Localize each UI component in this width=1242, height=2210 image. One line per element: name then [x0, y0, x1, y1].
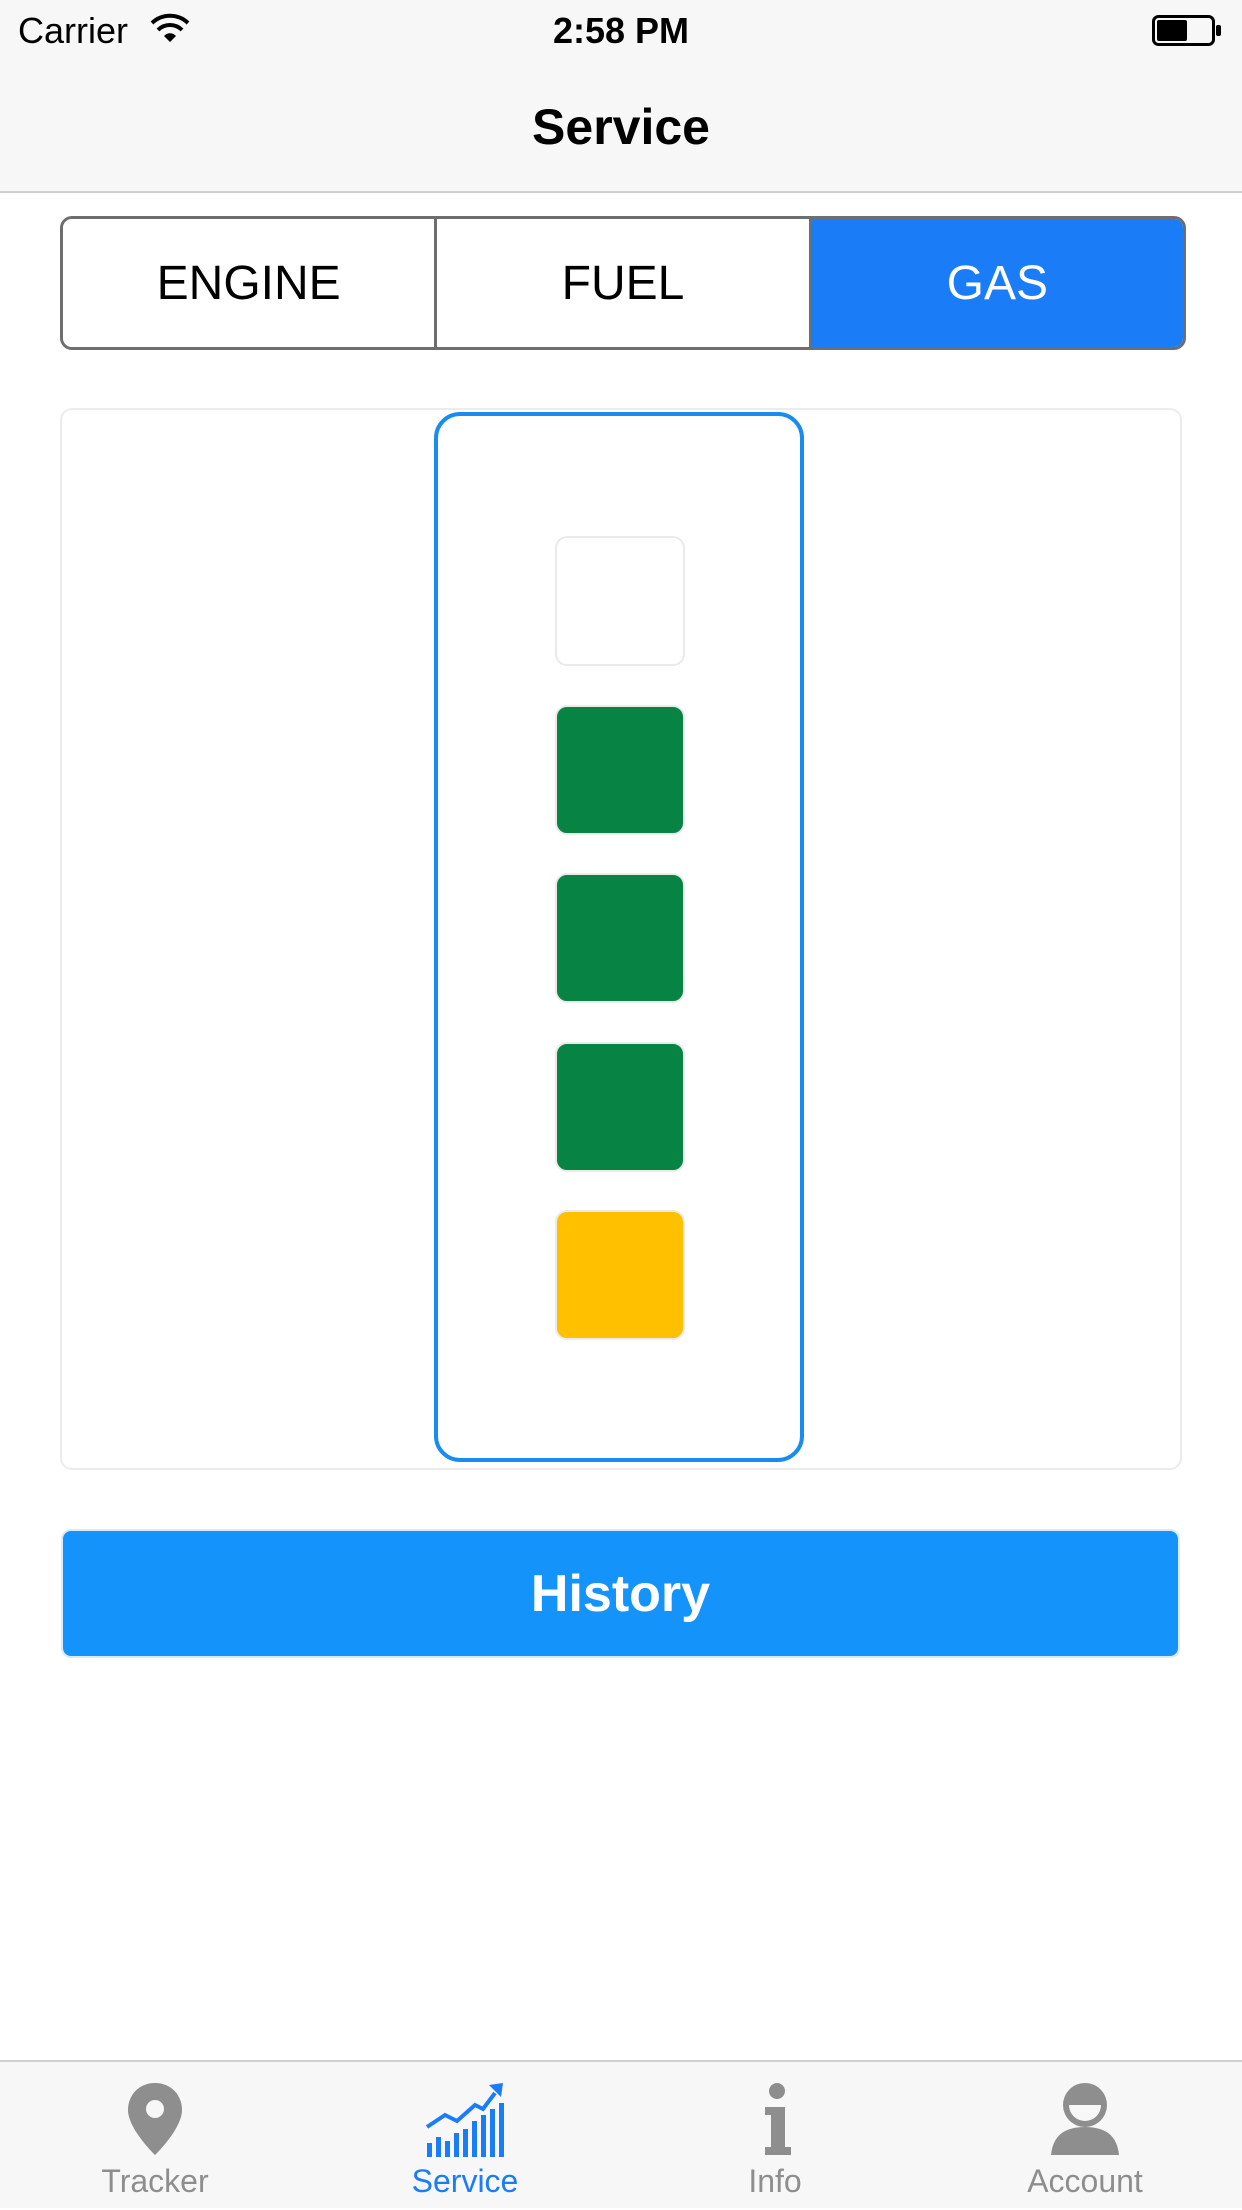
- bar-chart-trend-icon: [425, 2083, 504, 2157]
- tab-bar: Tracker Service Info Account: [0, 2060, 1242, 2208]
- tab-info-label: Info: [748, 2163, 802, 2199]
- tab-info[interactable]: Info: [620, 2062, 930, 2210]
- segmented-control: ENGINE FUEL GAS: [60, 216, 1186, 350]
- tab-service-label: Service: [411, 2163, 519, 2199]
- gauge-level-4: [555, 1042, 685, 1172]
- battery-icon: [1152, 15, 1221, 46]
- status-bar: Carrier 2:58 PM: [0, 0, 1242, 62]
- segment-gas[interactable]: GAS: [808, 219, 1183, 347]
- info-icon: [765, 2083, 791, 2155]
- user-icon: [1051, 2083, 1119, 2155]
- location-pin-icon: [128, 2083, 182, 2155]
- gauge-level-1: [555, 536, 685, 666]
- segment-engine[interactable]: ENGINE: [63, 219, 435, 347]
- gauge-level-3: [555, 873, 685, 1003]
- history-button[interactable]: History: [61, 1529, 1180, 1658]
- status-time: 2:58 PM: [552, 10, 690, 51]
- page-title: Service: [532, 99, 710, 155]
- tab-account[interactable]: Account: [930, 2062, 1240, 2210]
- gauge-level-5: [555, 1210, 685, 1340]
- gauge-level-2: [555, 705, 685, 835]
- tab-tracker-label: Tracker: [101, 2163, 209, 2199]
- tab-account-label: Account: [1027, 2163, 1143, 2199]
- tab-service[interactable]: Service: [310, 2062, 620, 2210]
- segment-fuel[interactable]: FUEL: [434, 219, 809, 347]
- navigation-bar: Service: [0, 62, 1242, 193]
- tab-tracker[interactable]: Tracker: [0, 2062, 310, 2210]
